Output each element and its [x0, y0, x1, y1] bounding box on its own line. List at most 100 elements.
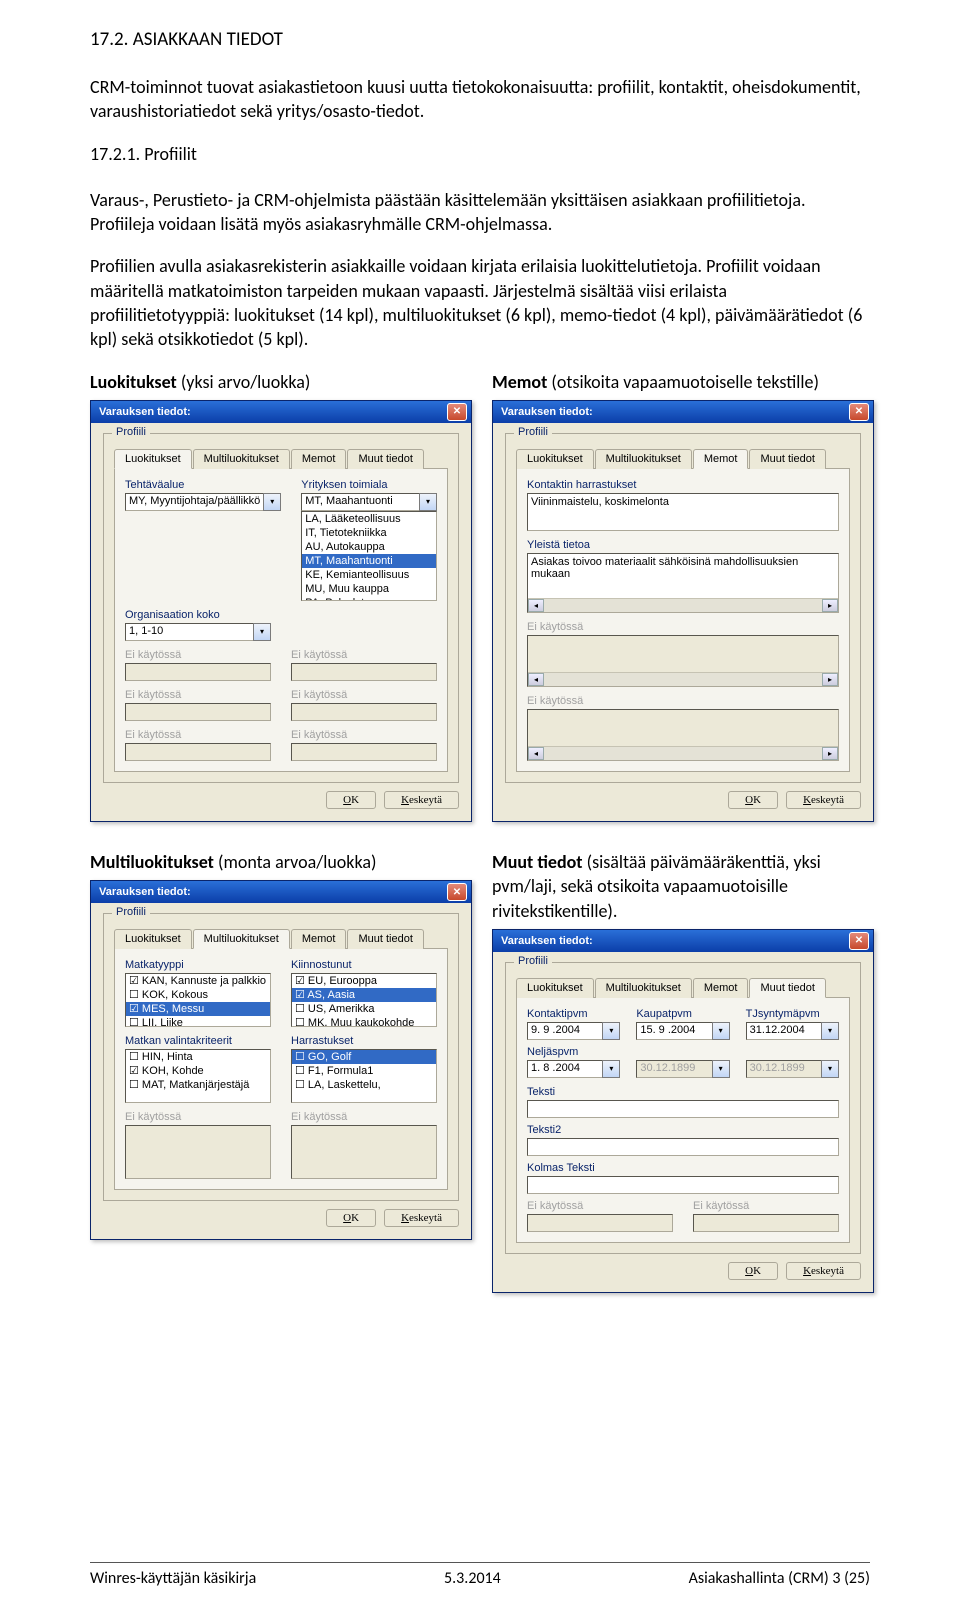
dialog-luokitukset: Varauksen tiedot: Profiili Luokitukset M…	[90, 400, 472, 822]
tab-muut[interactable]: Muut tiedot	[347, 929, 423, 949]
tab-multiluokitukset[interactable]: Multiluokitukset	[193, 449, 290, 469]
label-yrityksen-toimiala: Yrityksen toimiala	[301, 479, 437, 491]
horizontal-scrollbar: ◂▸	[528, 672, 838, 686]
disabled-field	[527, 1214, 673, 1232]
date-neljaspvm[interactable]: 1. 8 .2004▾	[527, 1060, 620, 1078]
cancel-button[interactable]: Keskeytä	[384, 791, 459, 809]
list-item[interactable]: KE, Kemianteollisuus	[302, 568, 436, 582]
checklist-item[interactable]: KAN, Kannuste ja palkkio	[126, 974, 270, 988]
checklist-harrastukset-multi[interactable]: GO, GolfF1, Formula1LA, Laskettelu,	[291, 1049, 437, 1103]
tab-luokitukset[interactable]: Luokitukset	[516, 449, 594, 469]
label-matkatyyppi: Matkatyyppi	[125, 959, 271, 971]
chevron-down-icon[interactable]: ▾	[253, 623, 271, 641]
checklist-item[interactable]: MAT, Matkanjärjestäjä	[126, 1078, 270, 1092]
input-teksti2[interactable]	[527, 1138, 839, 1156]
disabled-field	[291, 703, 437, 721]
tab-multiluokitukset[interactable]: Multiluokitukset	[595, 449, 692, 469]
checklist-item[interactable]: LII, Liike	[126, 1016, 270, 1027]
label-kolmas-teksti: Kolmas Teksti	[527, 1162, 839, 1174]
close-icon[interactable]	[849, 932, 869, 950]
dialog-title: Varauksen tiedot:	[501, 935, 849, 947]
tab-memot[interactable]: Memot	[291, 449, 347, 469]
textarea-yleista[interactable]: Asiakas toivoo materiaalit sähköisinä ma…	[527, 553, 839, 613]
checklist-item[interactable]: MES, Messu	[126, 1002, 270, 1016]
scroll-left-icon[interactable]: ◂	[528, 599, 544, 612]
listbox-yrityksen-toimiala[interactable]: LA, LääketeollisuusIT, TietotekniikkaAU,…	[301, 511, 437, 601]
tab-multiluokitukset[interactable]: Multiluokitukset	[595, 978, 692, 998]
dialog-multiluokitukset: Varauksen tiedot: Profiili Luokitukset M…	[90, 880, 472, 1240]
ok-button[interactable]: OK	[728, 1262, 778, 1280]
chevron-down-icon: ▾	[602, 1022, 620, 1040]
checklist-item[interactable]: KOH, Kohde	[126, 1064, 270, 1078]
dialog-memot: Varauksen tiedot: Profiili Luokitukset M…	[492, 400, 874, 822]
close-icon[interactable]	[447, 883, 467, 901]
checklist-kiinnostunut[interactable]: EU, EurooppaAS, AasiaUS, AmerikkaMK, Muu…	[291, 973, 437, 1027]
date-kontaktipvm[interactable]: 9. 9 .2004▾	[527, 1022, 620, 1040]
input-kolmas-teksti[interactable]	[527, 1176, 839, 1194]
chevron-down-icon[interactable]: ▾	[419, 493, 437, 511]
checklist-item[interactable]: LA, Laskettelu,	[292, 1078, 436, 1092]
checklist-matkatyyppi[interactable]: KAN, Kannuste ja palkkioKOK, KokousMES, …	[125, 973, 271, 1027]
tab-muut[interactable]: Muut tiedot	[749, 978, 825, 998]
checklist-item[interactable]: US, Amerikka	[292, 1002, 436, 1016]
disabled-checklist	[125, 1125, 271, 1179]
tab-memot[interactable]: Memot	[693, 978, 749, 998]
titlebar[interactable]: Varauksen tiedot:	[91, 881, 471, 903]
ok-button[interactable]: OK	[728, 791, 778, 809]
chevron-down-icon[interactable]: ▾	[263, 493, 281, 511]
tab-multiluokitukset[interactable]: Multiluokitukset	[193, 929, 290, 949]
disabled-field	[125, 663, 271, 681]
list-item[interactable]: PA, Palvelut	[302, 596, 436, 601]
checklist-item[interactable]: GO, Golf	[292, 1050, 436, 1064]
group-legend: Profiili	[514, 955, 552, 967]
checklist-item[interactable]: MK, Muu kaukokohde	[292, 1016, 436, 1027]
label-disabled: Ei käytössä	[291, 649, 437, 661]
list-item[interactable]: MU, Muu kauppa	[302, 582, 436, 596]
combo-org-koko[interactable]: 1, 1-10 ▾	[125, 623, 271, 641]
tab-memot[interactable]: Memot	[693, 449, 749, 469]
tab-memot[interactable]: Memot	[291, 929, 347, 949]
checklist-item[interactable]: EU, Eurooppa	[292, 974, 436, 988]
checklist-item[interactable]: HIN, Hinta	[126, 1050, 270, 1064]
close-icon[interactable]	[447, 403, 467, 421]
group-legend: Profiili	[112, 906, 150, 918]
titlebar[interactable]: Varauksen tiedot:	[91, 401, 471, 423]
list-item[interactable]: IT, Tietotekniikka	[302, 526, 436, 540]
list-item[interactable]: LA, Lääketeollisuus	[302, 512, 436, 526]
titlebar[interactable]: Varauksen tiedot:	[493, 401, 873, 423]
cancel-button[interactable]: Keskeytä	[786, 791, 861, 809]
page-footer: Winres-käyttäjän käsikirja 5.3.2014 Asia…	[90, 1562, 870, 1588]
tab-muut[interactable]: Muut tiedot	[749, 449, 825, 469]
date-kaupatpvm[interactable]: 15. 9 .2004▾	[636, 1022, 729, 1040]
tab-muut[interactable]: Muut tiedot	[347, 449, 423, 469]
label-disabled: Ei käytössä	[527, 621, 839, 633]
scroll-right-icon[interactable]: ▸	[822, 599, 838, 612]
date-disabled: 30.12.1899▾	[746, 1060, 839, 1078]
titlebar[interactable]: Varauksen tiedot:	[493, 930, 873, 952]
checklist-item[interactable]: F1, Formula1	[292, 1064, 436, 1078]
chevron-down-icon: ▾	[821, 1060, 839, 1078]
combo-yrityksen-toimiala[interactable]: MT, Maahantuonti ▾	[301, 493, 437, 511]
checklist-item[interactable]: AS, Aasia	[292, 988, 436, 1002]
checklist-valintakriteerit[interactable]: HIN, HintaKOH, KohdeMAT, Matkanjärjestäj…	[125, 1049, 271, 1103]
list-item[interactable]: AU, Autokauppa	[302, 540, 436, 554]
input-teksti[interactable]	[527, 1100, 839, 1118]
label-valintakriteerit: Matkan valintakriteerit	[125, 1035, 271, 1047]
cancel-button[interactable]: Keskeytä	[786, 1262, 861, 1280]
checklist-item[interactable]: KOK, Kokous	[126, 988, 270, 1002]
horizontal-scrollbar[interactable]: ◂ ▸	[528, 598, 838, 612]
ok-button[interactable]: OK	[326, 1209, 376, 1227]
tab-luokitukset[interactable]: Luokitukset	[516, 978, 594, 998]
label-tehtavaalue: Tehtäväalue	[125, 479, 281, 491]
combo-tehtavaalue[interactable]: MY, Myyntijohtaja/päällikkö ▾	[125, 493, 281, 511]
tab-luokitukset[interactable]: Luokitukset	[114, 449, 192, 469]
cancel-button[interactable]: Keskeytä	[384, 1209, 459, 1227]
close-icon[interactable]	[849, 403, 869, 421]
ok-button[interactable]: OK	[326, 791, 376, 809]
chevron-down-icon: ▾	[602, 1060, 620, 1078]
list-item[interactable]: MT, Maahantuonti	[302, 554, 436, 568]
label-disabled: Ei käytössä	[125, 1111, 271, 1123]
textarea-harrastukset[interactable]: Viininmaistelu, koskimelonta	[527, 493, 839, 531]
date-tjsyntymäpvm[interactable]: 31.12.2004▾	[746, 1022, 839, 1040]
tab-luokitukset[interactable]: Luokitukset	[114, 929, 192, 949]
